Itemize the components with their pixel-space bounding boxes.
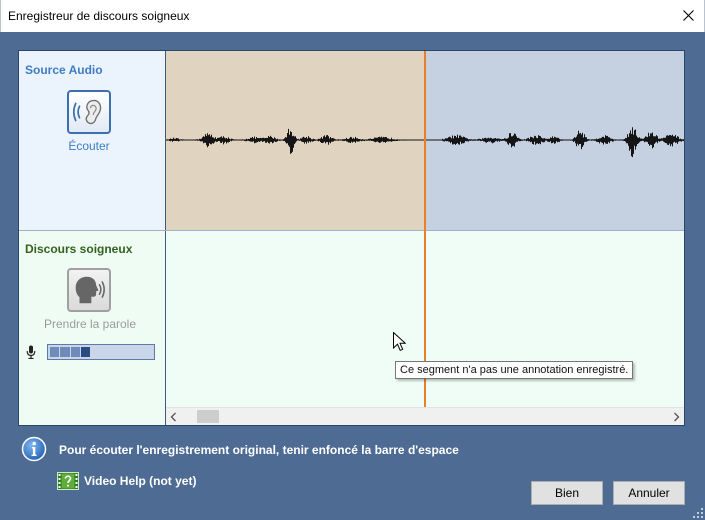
scroll-left-button[interactable] bbox=[168, 411, 178, 422]
source-audio-heading: Source Audio bbox=[25, 63, 103, 77]
hint-text: Pour écouter l'enregistrement original, … bbox=[59, 443, 459, 457]
pane-divider-horizontal bbox=[19, 230, 684, 231]
pane-divider-vertical bbox=[165, 51, 166, 425]
level-meter-segment bbox=[111, 347, 122, 357]
chevron-right-icon bbox=[673, 412, 679, 421]
title-bar: Enregistreur de discours soigneux bbox=[0, 0, 705, 32]
recorder-panel: Source Audio Écouter Discours soigneux P… bbox=[18, 50, 685, 426]
careful-speech-heading: Discours soigneux bbox=[25, 242, 133, 256]
scroll-thumb[interactable] bbox=[197, 410, 219, 423]
tooltip: Ce segment n'a pas une annotation enregi… bbox=[395, 361, 634, 379]
video-help-label: Video Help (not yet) bbox=[84, 474, 197, 488]
level-meter-segment bbox=[132, 347, 142, 357]
speak-button[interactable] bbox=[67, 268, 111, 312]
level-meter-segment bbox=[122, 347, 132, 357]
video-help-icon bbox=[57, 472, 79, 490]
level-meter-segment bbox=[50, 347, 60, 357]
careful-speech-pane: Discours soigneux Prendre la parole bbox=[19, 231, 165, 425]
microphone-icon bbox=[26, 345, 36, 359]
close-button[interactable] bbox=[671, 0, 705, 31]
listen-label: Écouter bbox=[68, 139, 110, 153]
window-title: Enregistreur de discours soigneux bbox=[8, 9, 190, 23]
source-audio-pane: Source Audio Écouter bbox=[19, 51, 165, 230]
level-meter-segment bbox=[101, 347, 111, 357]
listen-button[interactable] bbox=[67, 90, 111, 134]
video-help-link[interactable]: Video Help (not yet) bbox=[57, 472, 196, 490]
tooltip-text: Ce segment n'a pas une annotation enregi… bbox=[400, 364, 629, 376]
close-icon bbox=[683, 10, 694, 21]
cancel-button[interactable]: Annuler bbox=[613, 481, 685, 505]
ear-icon bbox=[72, 99, 102, 125]
scroll-right-button[interactable] bbox=[671, 411, 681, 422]
level-meter-segment bbox=[80, 347, 91, 357]
resize-grip-icon[interactable] bbox=[693, 508, 704, 519]
level-meter-segment bbox=[142, 347, 152, 357]
dialog-window: Enregistreur de discours soigneux Source… bbox=[0, 0, 705, 520]
level-meter-segment bbox=[91, 347, 101, 357]
speak-label: Prendre la parole bbox=[43, 317, 137, 331]
segment-boundary-line[interactable] bbox=[424, 51, 426, 407]
horizontal-scrollbar[interactable] bbox=[166, 407, 684, 425]
mouse-cursor-icon bbox=[393, 332, 406, 352]
ok-button[interactable]: Bien bbox=[531, 481, 603, 505]
level-meter-segment bbox=[70, 347, 80, 357]
level-meter-segment bbox=[60, 347, 70, 357]
info-icon bbox=[21, 436, 47, 462]
input-level-meter bbox=[47, 344, 155, 360]
chevron-left-icon bbox=[170, 412, 176, 421]
speaking-head-icon bbox=[75, 276, 105, 304]
